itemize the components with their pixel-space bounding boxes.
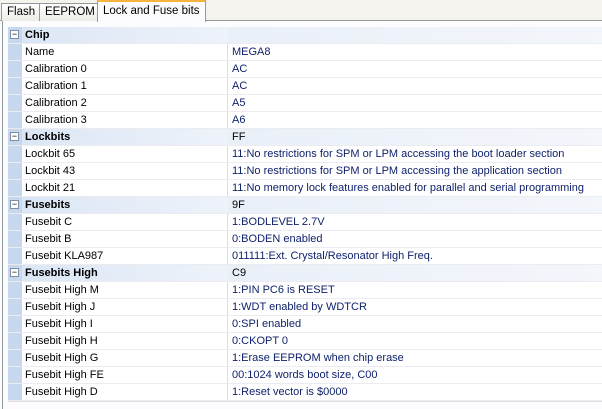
property-row[interactable]: Fusebit High FE 00:1024 words boot size, … xyxy=(8,367,602,384)
property-row[interactable]: Lockbit 43 11:No restrictions for SPM or … xyxy=(8,163,602,180)
row-margin xyxy=(8,333,22,349)
row-margin xyxy=(8,316,22,332)
property-row[interactable]: Fusebit B 0:BODEN enabled xyxy=(8,231,602,248)
row-margin: − xyxy=(8,129,22,145)
property-name: Lockbit 21 xyxy=(22,180,228,196)
property-value[interactable]: 1:BODLEVEL 2.7V xyxy=(228,214,325,230)
property-row[interactable]: Fusebit C 1:BODLEVEL 2.7V xyxy=(8,214,602,231)
row-margin xyxy=(8,282,22,298)
row-margin xyxy=(8,384,22,400)
property-value[interactable]: A6 xyxy=(228,112,245,128)
property-name: Fusebit High I xyxy=(22,316,228,332)
tab-strip: Flash EEPROM Lock and Fuse bits xyxy=(0,0,602,22)
category-label: Fusebits xyxy=(22,197,228,213)
category-row-lockbits[interactable]: − Lockbits FF xyxy=(8,129,602,146)
property-value[interactable]: 1:Erase EEPROM when chip erase xyxy=(228,350,404,366)
property-name: Name xyxy=(22,44,228,60)
property-row[interactable]: Name MEGA8 xyxy=(8,44,602,61)
row-margin xyxy=(8,299,22,315)
property-row[interactable]: Fusebit High D 1:Reset vector is $0000 xyxy=(8,384,602,401)
property-panel: − Chip Name MEGA8 Calibration 0 AC Calibration… xyxy=(2,21,602,409)
property-value[interactable]: 0:CKOPT 0 xyxy=(228,333,288,349)
category-value: 9F xyxy=(232,199,245,211)
property-row[interactable]: Calibration 2 A5 xyxy=(8,95,602,112)
property-value[interactable]: 1:PIN PC6 is RESET xyxy=(228,282,335,298)
category-value: FF xyxy=(232,131,246,143)
tab-lock-and-fuse-bits[interactable]: Lock and Fuse bits xyxy=(97,0,206,22)
property-name: Fusebit High J xyxy=(22,299,228,315)
row-margin xyxy=(8,61,22,77)
property-name: Fusebit High D xyxy=(22,384,228,400)
property-name: Lockbit 43 xyxy=(22,163,228,179)
property-name: Calibration 2 xyxy=(22,95,228,111)
property-value[interactable]: 11:No restrictions for SPM or LPM access… xyxy=(228,146,564,162)
property-name: Fusebit B xyxy=(22,231,228,247)
row-margin xyxy=(8,44,22,60)
property-value[interactable]: 00:1024 words boot size, C00 xyxy=(228,367,378,383)
row-margin xyxy=(8,248,22,264)
category-label: Chip xyxy=(22,27,228,43)
property-name: Calibration 3 xyxy=(22,112,228,128)
property-value[interactable]: MEGA8 xyxy=(228,44,271,60)
property-name: Fusebit High FE xyxy=(22,367,228,383)
row-margin xyxy=(8,214,22,230)
row-margin xyxy=(8,163,22,179)
row-margin: − xyxy=(8,197,22,213)
property-name: Lockbit 65 xyxy=(22,146,228,162)
row-margin xyxy=(8,112,22,128)
tab-flash[interactable]: Flash xyxy=(1,3,42,21)
property-row[interactable]: Calibration 3 A6 xyxy=(8,112,602,129)
row-margin xyxy=(8,180,22,196)
property-row[interactable]: Lockbit 65 11:No restrictions for SPM or … xyxy=(8,146,602,163)
property-name: Calibration 1 xyxy=(22,78,228,94)
row-margin xyxy=(8,95,22,111)
row-margin xyxy=(8,367,22,383)
property-row[interactable]: Lockbit 21 11:No memory lock features ena… xyxy=(8,180,602,197)
property-name: Calibration 0 xyxy=(22,61,228,77)
property-grid: − Chip Name MEGA8 Calibration 0 AC Calibration… xyxy=(8,27,602,402)
property-value[interactable]: 0:SPI enabled xyxy=(228,316,301,332)
property-value[interactable]: 0:BODEN enabled xyxy=(228,231,323,247)
property-row[interactable]: Calibration 1 AC xyxy=(8,78,602,95)
category-label: Lockbits xyxy=(22,129,228,145)
property-value[interactable]: 1:WDT enabled by WDTCR xyxy=(228,299,367,315)
row-margin: − xyxy=(8,27,22,43)
property-value[interactable]: 11:No restrictions for SPM or LPM access… xyxy=(228,163,562,179)
property-value[interactable]: AC xyxy=(228,78,247,94)
row-margin xyxy=(8,146,22,162)
category-row-chip[interactable]: − Chip xyxy=(8,27,602,44)
collapse-icon[interactable]: − xyxy=(10,200,19,209)
row-margin xyxy=(8,231,22,247)
property-row[interactable]: Fusebit High M 1:PIN PC6 is RESET xyxy=(8,282,602,299)
property-name: Fusebit High H xyxy=(22,333,228,349)
property-value[interactable]: A5 xyxy=(228,95,245,111)
property-value[interactable]: 011111:Ext. Crystal/Resonator High Freq. xyxy=(228,248,433,264)
property-row[interactable]: Fusebit KLA987 011111:Ext. Crystal/Resona… xyxy=(8,248,602,265)
category-label: Fusebits High xyxy=(22,265,228,281)
category-value xyxy=(228,27,232,43)
property-row[interactable]: Fusebit High H 0:CKOPT 0 xyxy=(8,333,602,350)
collapse-icon[interactable]: − xyxy=(10,132,19,141)
property-value[interactable]: 11:No memory lock features enabled for p… xyxy=(228,180,584,196)
category-value: C9 xyxy=(232,267,247,279)
property-name: Fusebit KLA987 xyxy=(22,248,228,264)
property-name: Fusebit High G xyxy=(22,350,228,366)
category-row-fusebits[interactable]: − Fusebits 9F xyxy=(8,197,602,214)
property-row[interactable]: Calibration 0 AC xyxy=(8,61,602,78)
property-name: Fusebit High M xyxy=(22,282,228,298)
collapse-icon[interactable]: − xyxy=(10,30,19,39)
property-row[interactable]: Fusebit High G 1:Erase EEPROM when chip e… xyxy=(8,350,602,367)
property-value[interactable]: 1:Reset vector is $0000 xyxy=(228,384,348,400)
row-margin: − xyxy=(8,265,22,281)
row-margin xyxy=(8,350,22,366)
property-row[interactable]: Fusebit High I 0:SPI enabled xyxy=(8,316,602,333)
tab-eeprom[interactable]: EEPROM xyxy=(39,3,101,21)
collapse-icon[interactable]: − xyxy=(10,268,19,277)
property-value[interactable]: AC xyxy=(228,61,247,77)
category-row-fusebits-high[interactable]: − Fusebits High C9 xyxy=(8,265,602,282)
row-margin xyxy=(8,78,22,94)
property-row[interactable]: Fusebit High J 1:WDT enabled by WDTCR xyxy=(8,299,602,316)
property-name: Fusebit C xyxy=(22,214,228,230)
